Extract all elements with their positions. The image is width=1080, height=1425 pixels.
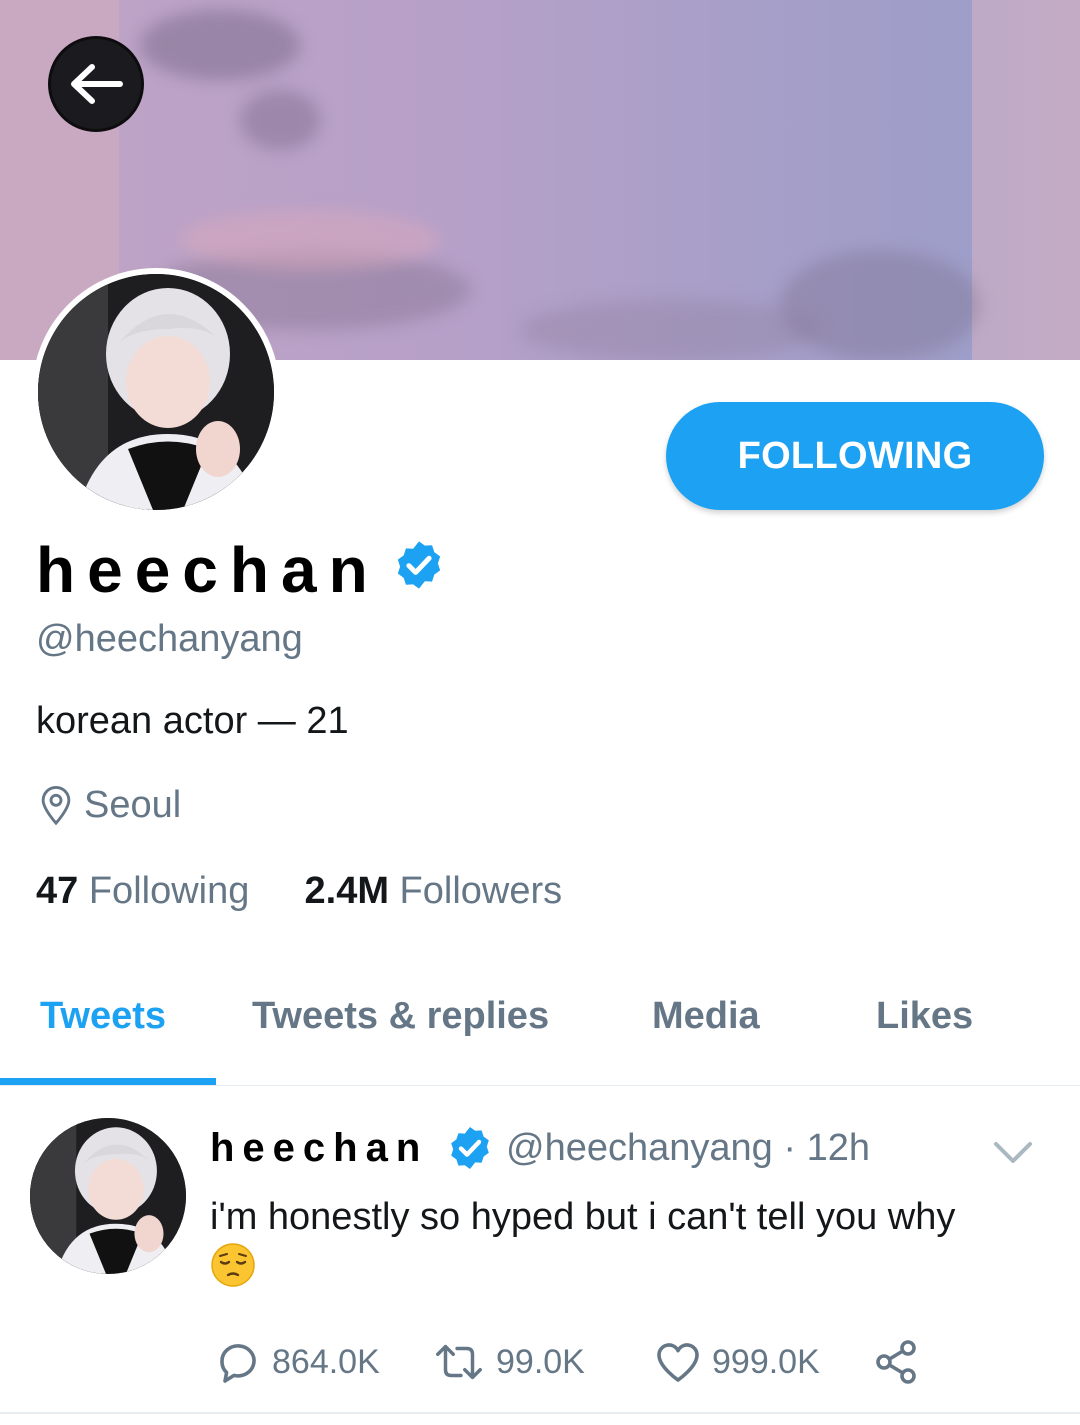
tweet-author-avatar[interactable] [30,1118,186,1274]
chevron-down-icon[interactable] [992,1138,1034,1168]
tweet-timestamp[interactable]: 12h [807,1127,870,1169]
tweet-divider [0,1412,1080,1414]
profile-stats: 47 Following 2.4M Followers [36,870,562,913]
verified-badge-icon [451,1127,489,1169]
tweet-author-handle[interactable]: @heechanyang [506,1127,773,1169]
retweet-action[interactable]: 99.0K [432,1338,585,1386]
reply-action[interactable]: 864.0K [214,1338,380,1386]
meta-separator: · [783,1127,796,1169]
avatar-photo [30,1118,186,1274]
like-count: 999.0K [712,1342,820,1381]
profile-display-name: heechan [36,534,380,606]
tab-media[interactable]: Media [652,995,760,1038]
profile-bio: korean actor — 21 [36,700,349,742]
following-label: Following [88,870,250,912]
retweet-count: 99.0K [496,1342,585,1381]
tweet-text-content: i'm honestly so hyped but i can't tell y… [210,1196,956,1238]
followers-count: 2.4M [304,870,389,912]
location-pin-icon [41,786,71,826]
pensive-face-icon [211,1243,255,1287]
reply-icon [220,1344,256,1383]
share-action[interactable] [872,1338,930,1386]
tweet-text: i'm honestly so hyped but i can't tell y… [210,1192,1050,1293]
following-link[interactable]: 47 Following [36,870,260,912]
following-button[interactable]: FOLLOWING [666,402,1044,510]
profile-location: Seoul [84,784,182,826]
followers-label: Followers [399,870,563,912]
tab-divider [0,1085,1080,1086]
active-tab-indicator [0,1078,216,1085]
tab-tweets-and-replies[interactable]: Tweets & replies [252,995,549,1038]
profile-avatar[interactable] [32,268,280,516]
avatar-photo [38,274,274,510]
tweet-meta: @heechanyang · 12h [506,1124,870,1172]
back-button[interactable] [48,36,144,132]
verified-badge-icon [397,541,441,589]
followers-link[interactable]: 2.4M Followers [305,870,563,912]
like-action[interactable]: 999.0K [654,1338,820,1386]
tab-likes[interactable]: Likes [876,995,973,1038]
tweet-author-name[interactable]: heechan [210,1124,428,1172]
heart-icon [657,1343,699,1382]
arrow-left-icon [71,64,123,104]
retweet-icon [436,1344,482,1380]
following-count: 47 [36,870,79,912]
reply-count: 864.0K [272,1342,380,1381]
tab-tweets[interactable]: Tweets [40,995,166,1038]
share-icon [876,1340,916,1384]
profile-handle: @heechanyang [36,618,303,660]
